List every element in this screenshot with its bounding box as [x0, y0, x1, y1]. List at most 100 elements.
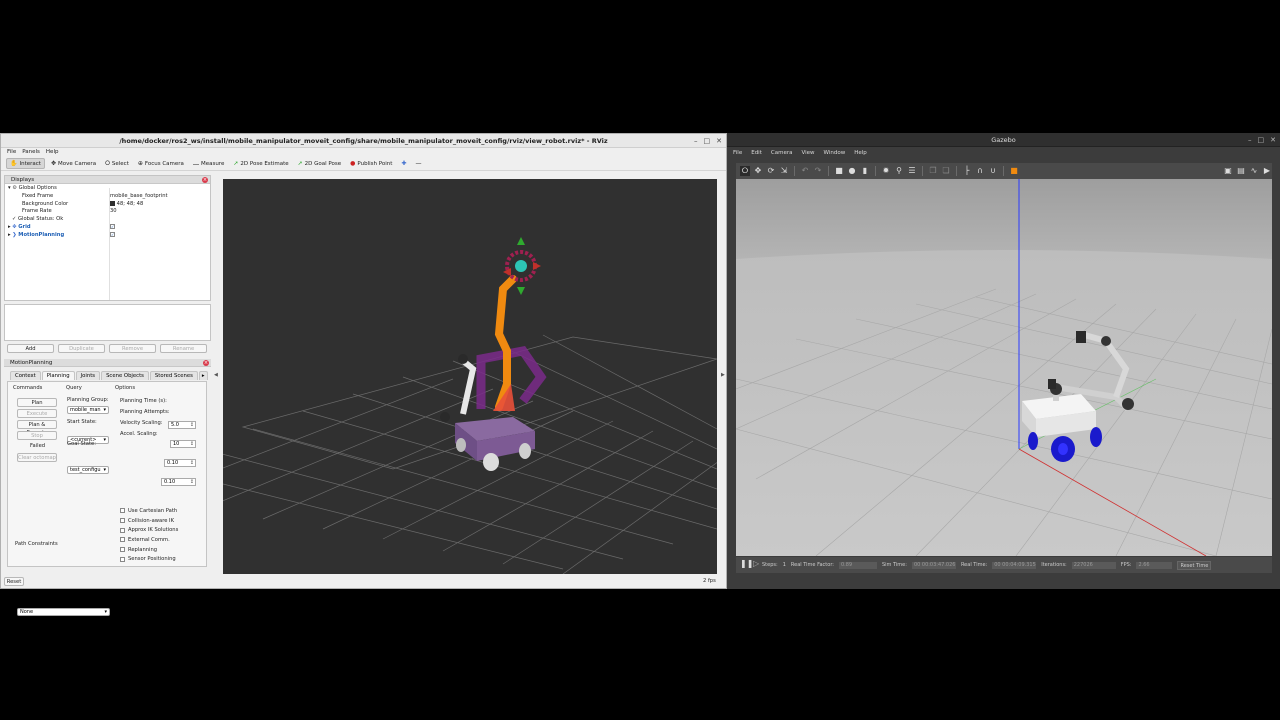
remove-button[interactable]: Remove [109, 344, 156, 353]
tool-remove-minus[interactable]: — [412, 159, 424, 168]
maximize-icon[interactable]: □ [1258, 133, 1265, 147]
tool-interact[interactable]: ✋ Interact [6, 158, 45, 169]
menu-edit[interactable]: Edit [751, 147, 762, 160]
minimize-icon[interactable]: – [1248, 133, 1252, 147]
option-replanning[interactable]: Replanning [120, 545, 178, 555]
tool-publish-point[interactable]: ● Publish Point [347, 159, 395, 168]
tree-value[interactable]: 30 [110, 208, 117, 216]
option-approx-ik[interactable]: Approx IK Solutions [120, 525, 178, 535]
copy-icon[interactable]: ❐ [928, 166, 938, 176]
clear-octomap-button[interactable]: Clear octomap [17, 453, 57, 462]
interactive-marker-sphere[interactable] [515, 260, 527, 272]
execute-button[interactable]: Execute [17, 409, 57, 418]
maximize-icon[interactable]: □ [704, 134, 711, 148]
checkbox[interactable] [120, 537, 125, 543]
plan-button[interactable]: Plan [17, 398, 57, 407]
rotate-mode-icon[interactable]: ⟳ [766, 166, 776, 176]
checkbox[interactable] [120, 556, 125, 562]
tree-background-color[interactable]: Background Color 48; 48; 48 [5, 200, 210, 209]
close-icon[interactable]: × [202, 177, 208, 183]
reset-button[interactable]: Reset [4, 577, 24, 586]
option-external-comm[interactable]: External Comm. [120, 535, 178, 545]
point-light-icon[interactable]: ✹ [881, 166, 891, 176]
close-icon[interactable]: ✕ [1270, 133, 1276, 147]
select-mode-icon[interactable]: ⭘ [740, 166, 750, 176]
plot-icon[interactable]: ∿ [1249, 166, 1259, 176]
tool-2d-goal-pose[interactable]: ➚ 2D Goal Pose [295, 159, 345, 168]
tool-focus-camera[interactable]: ⊕ Focus Camera [135, 159, 187, 168]
box-shape-icon[interactable]: ■ [834, 166, 844, 176]
undo-icon[interactable]: ↶ [800, 166, 810, 176]
log-icon[interactable]: ▤ [1236, 166, 1246, 176]
tool-measure[interactable]: ⎼ Measure [190, 159, 227, 169]
checkbox[interactable] [120, 527, 125, 533]
grid-checkbox[interactable]: ✓ [110, 223, 115, 229]
marker-arrow-right[interactable] [533, 262, 541, 270]
path-constraints-select[interactable]: None [17, 608, 110, 616]
accel-scaling-input[interactable]: 0.10 [161, 478, 196, 486]
tool-move-camera[interactable]: ✥ Move Camera [48, 159, 99, 168]
tree-value[interactable]: mobile_base_footprint [110, 193, 168, 201]
checkbox[interactable] [120, 547, 125, 553]
tree-global-options[interactable]: ▾ ⚙ Global Options [5, 185, 210, 193]
checkbox[interactable] [120, 518, 125, 524]
collapse-left-icon[interactable]: ◀ [214, 372, 218, 378]
camera-mode-icon[interactable]: ■ [1009, 166, 1019, 176]
tree-motion-planning[interactable]: ▸ ❯ MotionPlanning ✓ [5, 231, 210, 240]
tab-context[interactable]: Context [10, 371, 41, 380]
duplicate-button[interactable]: Duplicate [58, 344, 105, 353]
marker-arrow-up[interactable] [517, 237, 525, 245]
reset-time-button[interactable]: Reset Time [1177, 560, 1212, 570]
checkbox[interactable] [120, 508, 125, 514]
menu-camera[interactable]: Camera [771, 147, 793, 160]
rename-button[interactable]: Rename [160, 344, 207, 353]
goal-state-select[interactable]: test_configu [67, 466, 109, 474]
tree-value[interactable]: 48; 48; 48 [110, 200, 143, 209]
stop-button[interactable]: Stop [17, 431, 57, 440]
tab-scene-objects[interactable]: Scene Objects [101, 371, 149, 380]
screenshot-icon[interactable]: ▣ [1223, 166, 1233, 176]
tree-fixed-frame[interactable]: Fixed Frame mobile_base_footprint [5, 193, 210, 201]
close-icon[interactable]: × [203, 360, 209, 366]
close-icon[interactable]: ✕ [716, 134, 722, 148]
menu-help[interactable]: Help [854, 147, 867, 160]
snap-icon[interactable]: ∩ [975, 166, 985, 176]
scale-mode-icon[interactable]: ⇲ [779, 166, 789, 176]
menu-file[interactable]: File [733, 147, 742, 160]
translate-mode-icon[interactable]: ✥ [753, 166, 763, 176]
tab-stored-scenes[interactable]: Stored Scenes [149, 371, 198, 380]
add-button[interactable]: Add [7, 344, 54, 353]
motion-planning-checkbox[interactable]: ✓ [110, 231, 115, 237]
magnet-icon[interactable]: ∪ [988, 166, 998, 176]
align-icon[interactable]: ├ [962, 166, 972, 176]
option-use-cartesian-path[interactable]: Use Cartesian Path [120, 506, 178, 516]
tree-frame-rate[interactable]: Frame Rate 30 [5, 208, 210, 216]
menu-view[interactable]: View [801, 147, 814, 160]
cylinder-shape-icon[interactable]: ▮ [860, 166, 870, 176]
planning-group-select[interactable]: mobile_man [67, 406, 109, 414]
sphere-shape-icon[interactable]: ● [847, 166, 857, 176]
velocity-scaling-input[interactable]: 0.10 [164, 459, 196, 467]
steps-value[interactable]: 1 [783, 562, 786, 568]
collapse-right-icon[interactable]: ▶ [721, 372, 725, 378]
spot-light-icon[interactable]: ⚲ [894, 166, 904, 176]
tree-grid[interactable]: ▸ ✥ Grid ✓ [5, 223, 210, 232]
step-icon[interactable]: ▷ [753, 559, 759, 568]
tool-select[interactable]: ⭘ Select [102, 159, 132, 169]
tab-joints[interactable]: Joints [75, 371, 101, 380]
menu-file[interactable]: File [7, 148, 16, 157]
minimize-icon[interactable]: – [694, 134, 698, 148]
plan-execute-button[interactable]: Plan & Execute [17, 420, 57, 436]
planning-time-input[interactable]: 5.0 [168, 421, 196, 429]
directional-light-icon[interactable]: ☰ [907, 166, 917, 176]
tool-add-plus[interactable]: ✚ [398, 159, 409, 168]
menu-help[interactable]: Help [46, 148, 59, 157]
pause-icon[interactable]: ❚❚ [740, 559, 753, 568]
paste-icon[interactable]: ❏ [941, 166, 951, 176]
tab-planning[interactable]: Planning [41, 371, 75, 380]
option-sensor-positioning[interactable]: Sensor Positioning [120, 554, 178, 564]
gazebo-3d-viewport[interactable] [736, 179, 1272, 556]
menu-window[interactable]: Window [824, 147, 846, 160]
menu-panels[interactable]: Panels [22, 148, 40, 157]
redo-icon[interactable]: ↷ [813, 166, 823, 176]
